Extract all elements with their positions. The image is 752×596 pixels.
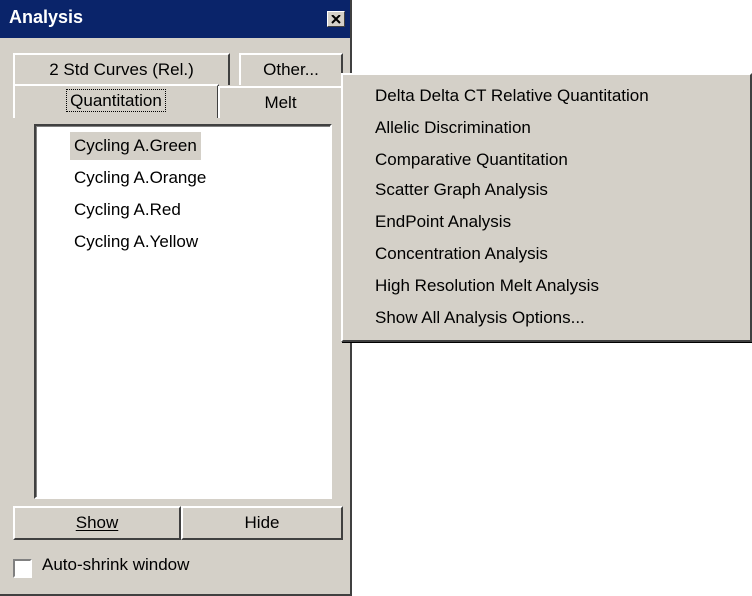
tab-quantitation[interactable]: Quantitation (13, 84, 219, 118)
menu-item-allelic-discrimination[interactable]: Allelic Discrimination (375, 112, 531, 144)
tab-other-label: Other... (263, 60, 319, 79)
auto-shrink-label[interactable]: Auto-shrink window (42, 555, 189, 575)
menu-item-comparative-quantitation[interactable]: Comparative Quantitation (375, 144, 568, 176)
menu-item-show-all-options[interactable]: Show All Analysis Options... (375, 302, 585, 334)
list-item-cycling-yellow[interactable]: Cycling A.Yellow (70, 228, 202, 256)
tab-other[interactable]: Other... (239, 53, 343, 85)
analysis-type-menu: Delta Delta CT Relative Quantitation All… (341, 73, 752, 342)
menu-item-concentration-analysis[interactable]: Concentration Analysis (375, 238, 548, 270)
close-icon (331, 15, 341, 24)
show-button[interactable]: Show (13, 506, 181, 540)
tab-melt[interactable]: Melt (218, 86, 343, 118)
tab-2-std-curves[interactable]: 2 Std Curves (Rel.) (13, 53, 230, 85)
hide-button[interactable]: Hide (181, 506, 343, 540)
window-title: Analysis (9, 7, 84, 27)
tab-2-std-curves-label: 2 Std Curves (Rel.) (49, 60, 194, 79)
tab-melt-label: Melt (264, 93, 297, 112)
list-item-cycling-red[interactable]: Cycling A.Red (70, 196, 185, 224)
auto-shrink-checkbox[interactable] (13, 559, 32, 578)
close-button[interactable] (327, 11, 345, 27)
tab-quantitation-label: Quantitation (66, 89, 166, 112)
menu-item-hrm-analysis[interactable]: High Resolution Melt Analysis (375, 270, 599, 302)
channel-list[interactable]: Cycling A.Green Cycling A.Orange Cycling… (34, 124, 332, 499)
list-item-cycling-orange[interactable]: Cycling A.Orange (70, 164, 210, 192)
menu-item-scatter-graph[interactable]: Scatter Graph Analysis (375, 174, 548, 206)
hide-button-label: Hide (244, 513, 280, 532)
analysis-window: Analysis 2 Std Curves (Rel.) Other... Qu… (0, 0, 352, 596)
list-item-cycling-green[interactable]: Cycling A.Green (70, 132, 201, 160)
menu-item-endpoint-analysis[interactable]: EndPoint Analysis (375, 206, 511, 238)
menu-item-delta-delta-ct[interactable]: Delta Delta CT Relative Quantitation (375, 80, 649, 112)
show-button-label: Show (75, 513, 119, 532)
title-bar[interactable]: Analysis (0, 0, 350, 38)
